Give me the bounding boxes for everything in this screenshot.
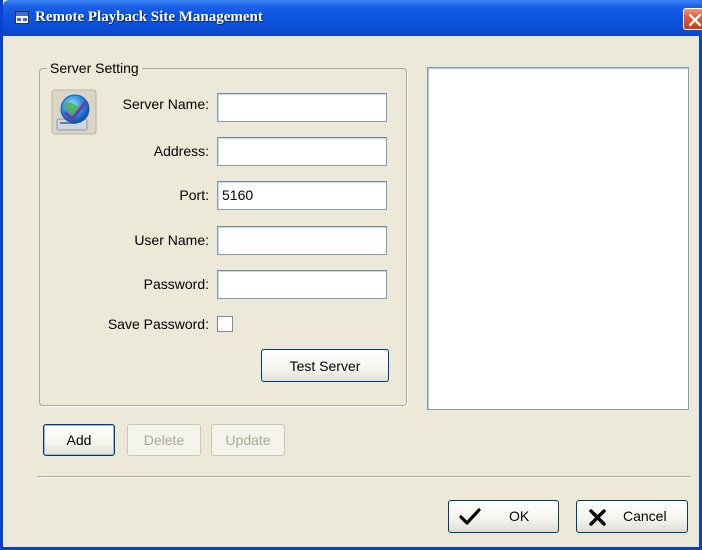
remote-playback-dialog: Remote Playback Site Management Server S… [0,0,702,550]
x-icon [589,509,606,526]
address-field[interactable] [217,137,387,166]
server-name-label: Server Name: [122,96,209,112]
ok-button[interactable]: OK [448,500,559,533]
delete-button[interactable]: Delete [127,424,201,456]
update-button[interactable]: Update [211,424,285,456]
cancel-button[interactable]: Cancel [576,500,688,533]
app-window-icon [15,11,29,24]
port-field[interactable]: 5160 [217,181,387,210]
user-name-label: User Name: [134,232,209,248]
save-password-checkbox[interactable] [217,316,233,332]
server-globe-icon [51,89,97,135]
update-label: Update [225,432,271,448]
close-button[interactable] [683,8,702,30]
address-label: Address: [153,143,209,159]
test-server-label: Test Server [289,357,361,374]
server-setting-legend: Server Setting [47,60,142,76]
save-password-label: Save Password: [107,316,209,332]
user-name-field[interactable] [217,226,387,255]
password-label: Password: [143,276,209,292]
window-title: Remote Playback Site Management [35,9,263,25]
test-server-button[interactable]: Test Server [261,349,389,382]
close-icon [688,13,702,27]
site-list[interactable] [427,67,689,410]
add-label: Add [66,432,92,448]
check-icon [459,508,481,525]
cancel-label: Cancel [623,508,667,524]
ok-label: OK [509,508,530,524]
server-name-field[interactable] [217,93,387,122]
port-label: Port: [179,187,209,203]
footer-divider [37,476,691,478]
password-field[interactable] [217,270,387,299]
title-bar[interactable]: Remote Playback Site Management [3,0,702,36]
add-button[interactable]: Add [43,424,115,456]
delete-label: Delete [143,432,185,448]
